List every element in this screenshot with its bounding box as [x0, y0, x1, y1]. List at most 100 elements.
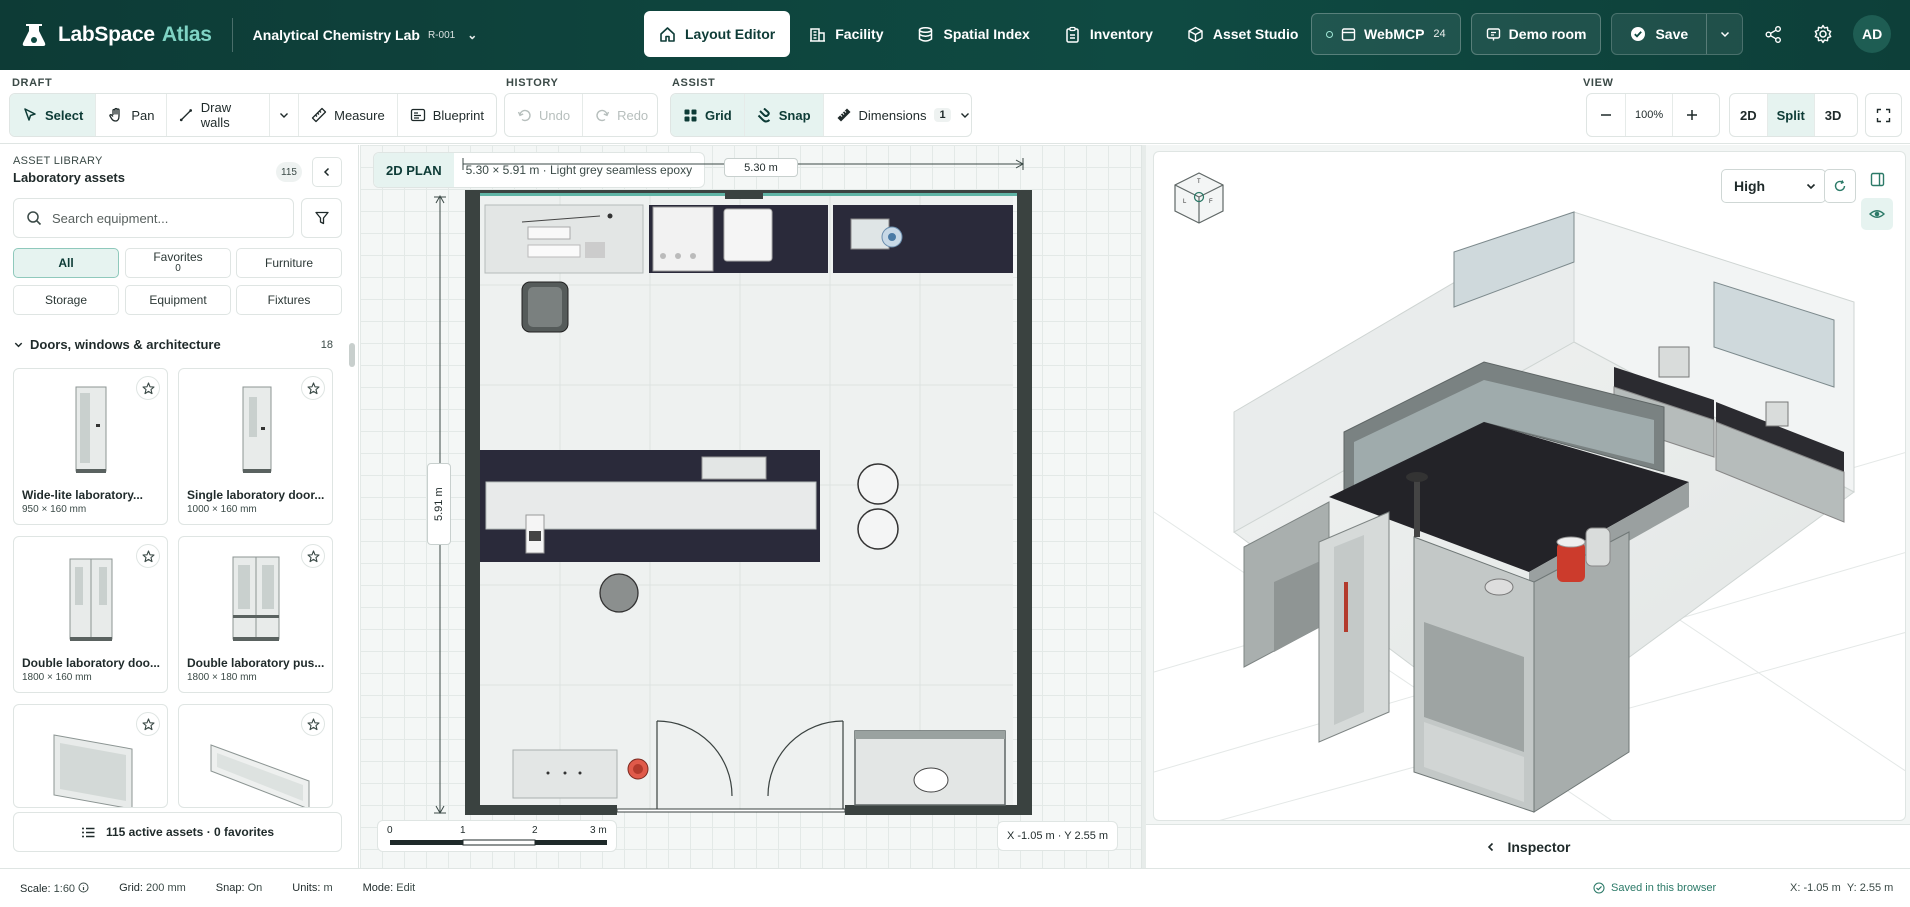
tab-asset-studio[interactable]: Asset Studio: [1172, 11, 1314, 57]
wall-west[interactable]: [465, 190, 480, 815]
zoom-out-button[interactable]: [1587, 94, 1626, 136]
save-button[interactable]: Save: [1612, 14, 1707, 54]
tab-layout-editor[interactable]: Layout Editor: [644, 11, 791, 57]
asset-card[interactable]: Double laboratory pus... 1800 × 180 mm: [178, 536, 333, 693]
fullscreen-button[interactable]: [1865, 93, 1902, 137]
plan-canvas[interactable]: 2D PLAN 5.30 × 5.91 m · Light grey seaml…: [360, 145, 1141, 868]
pan-tool[interactable]: Pan: [96, 94, 168, 136]
width-dimension-label[interactable]: 5.30 m: [724, 158, 798, 177]
wall-east[interactable]: [1017, 190, 1032, 815]
chip-favorites[interactable]: Favorites 0: [125, 248, 231, 278]
fullscreen-icon: [1876, 108, 1891, 122]
header-actions: WebMCP 24 Demo room Save AD: [1311, 13, 1892, 55]
chip-all[interactable]: All: [13, 248, 119, 278]
demo-room-button[interactable]: Demo room: [1470, 13, 1602, 55]
project-selector[interactable]: Analytical Chemistry Lab R-001 ⌄: [253, 27, 478, 43]
main-nav: Layout Editor Facility Spatial Index Inv…: [644, 11, 1313, 57]
asset-card[interactable]: [13, 704, 168, 808]
project-name: Analytical Chemistry Lab: [252, 27, 420, 43]
favorite-button[interactable]: [136, 544, 160, 568]
chevron-left-icon: [1488, 842, 1494, 851]
select-tool[interactable]: Select: [10, 94, 97, 136]
grid-toggle[interactable]: Grid: [671, 94, 745, 136]
asset-name: Double laboratory pus...: [187, 656, 325, 670]
share-icon: [1765, 25, 1781, 43]
view-cube[interactable]: TLF: [1171, 169, 1227, 230]
section-header[interactable]: Doors, windows & architecture 18: [13, 337, 333, 352]
webmcp-button[interactable]: WebMCP 24: [1311, 13, 1461, 55]
save-options-button[interactable]: [1706, 14, 1743, 54]
share-button[interactable]: [1753, 14, 1793, 54]
draw-walls-options[interactable]: [270, 94, 300, 136]
tab-inventory[interactable]: Inventory: [1049, 11, 1168, 57]
reset-view-button[interactable]: [1824, 169, 1856, 203]
scale-tick: 3 m: [590, 825, 607, 836]
search-input[interactable]: [52, 210, 272, 226]
scrollbar-thumb[interactable]: [349, 343, 355, 367]
asset-card[interactable]: Single laboratory door... 1000 × 160 mm: [178, 368, 333, 525]
tab-facility[interactable]: Facility: [794, 11, 898, 57]
building-icon: [810, 27, 826, 42]
star-icon: [306, 717, 320, 730]
collapse-panel-button[interactable]: [312, 157, 342, 187]
toggle-panel-button[interactable]: [1861, 163, 1893, 195]
dimensions-toggle[interactable]: Dimensions 1: [824, 94, 971, 136]
chevron-left-icon: [323, 167, 330, 177]
view-3d-button[interactable]: 3D: [1815, 94, 1852, 136]
save-status: Saved in this browser: [1593, 882, 1716, 894]
asset-card[interactable]: Double laboratory doo... 1800 × 160 mm: [13, 536, 168, 693]
sidebar-icon: [1870, 172, 1884, 186]
zoom-level[interactable]: 100%: [1626, 94, 1674, 136]
dimensions-count: 1: [934, 108, 951, 122]
favorite-button[interactable]: [301, 544, 325, 568]
app-name: LabSpace Atlas: [58, 23, 212, 46]
visibility-toggle[interactable]: [1861, 198, 1893, 230]
chip-equipment[interactable]: Equipment: [125, 285, 231, 315]
asset-name: Single laboratory door...: [187, 488, 325, 502]
view-mode-switch: 2D Split 3D: [1729, 93, 1858, 137]
stool[interactable]: [857, 463, 899, 505]
redo-button[interactable]: Redo: [583, 94, 657, 136]
chip-fixtures[interactable]: Fixtures: [236, 285, 342, 315]
view-3d-canvas[interactable]: High TLF: [1153, 151, 1906, 821]
scale-tick: 1: [460, 825, 466, 836]
render-quality-select[interactable]: High: [1721, 169, 1826, 203]
panel-icon: [1341, 27, 1356, 41]
draft-tools: Select Pan Draw walls Measure Blueprint: [9, 93, 497, 137]
app-logo[interactable]: LabSpace Atlas: [20, 0, 212, 70]
snap-toggle[interactable]: Snap: [744, 94, 824, 136]
library-title: Laboratory assets: [13, 170, 125, 185]
undo-button[interactable]: Undo: [505, 94, 584, 136]
view-2d-button[interactable]: 2D: [1730, 94, 1768, 136]
settings-button[interactable]: [1803, 14, 1843, 54]
inspector-toggle[interactable]: Inspector: [1146, 824, 1910, 868]
height-dimension-label[interactable]: 5.91 m: [427, 463, 451, 545]
clipboard-icon: [1066, 26, 1079, 43]
check-circle-icon: [1631, 27, 1646, 41]
stool[interactable]: [857, 508, 899, 550]
favorite-button[interactable]: [136, 712, 160, 736]
favorite-button[interactable]: [301, 712, 325, 736]
editor-toolbar: DRAFT Select Pan Draw walls Measure Blue…: [0, 70, 1910, 144]
floor-plan: [434, 158, 1032, 815]
asset-card[interactable]: Wide-lite laboratory... 950 × 160 mm: [13, 368, 168, 525]
avatar[interactable]: AD: [1853, 15, 1892, 53]
view-split-button[interactable]: Split: [1767, 94, 1815, 136]
library-scrollbar[interactable]: [349, 325, 355, 805]
chip-furniture[interactable]: Furniture: [236, 248, 342, 278]
measure-tool[interactable]: Measure: [299, 94, 398, 136]
asset-card[interactable]: [178, 704, 333, 808]
filter-button[interactable]: [301, 198, 342, 238]
favorite-button[interactable]: [301, 376, 325, 400]
wall-south-right[interactable]: [845, 805, 1032, 815]
draw-walls-tool[interactable]: Draw walls: [167, 94, 271, 136]
stool[interactable]: [599, 573, 639, 613]
favorite-button[interactable]: [136, 376, 160, 400]
room-3d-render: [1154, 211, 1905, 820]
tab-spatial-index[interactable]: Spatial Index: [902, 11, 1044, 57]
zoom-in-button[interactable]: [1673, 94, 1711, 136]
blueprint-tool[interactable]: Blueprint: [398, 94, 496, 136]
wall-south-left[interactable]: [465, 805, 617, 815]
chip-storage[interactable]: Storage: [13, 285, 119, 315]
cursor-coordinates: X -1.05 m · Y 2.55 m: [997, 821, 1119, 851]
